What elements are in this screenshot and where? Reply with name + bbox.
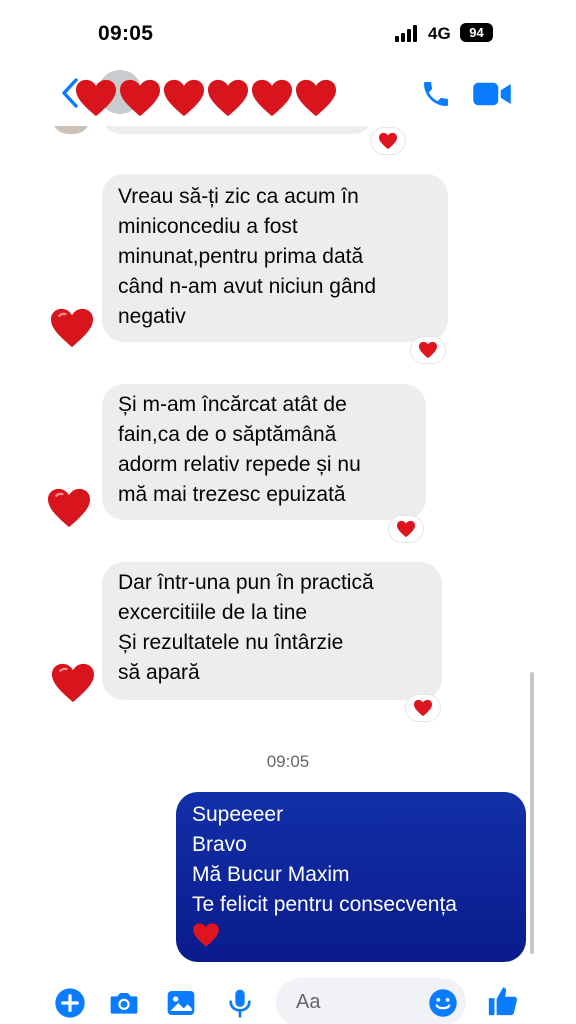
heart-avatar-icon[interactable] (46, 487, 92, 529)
clock: 09:05 (98, 22, 154, 45)
heart-icon (397, 520, 415, 538)
heart-reaction[interactable] (411, 337, 445, 363)
sent-line: Bravo (192, 833, 247, 856)
heart-avatar-icon[interactable] (50, 662, 96, 704)
heart-reaction[interactable] (389, 516, 423, 542)
network-type: 4G (428, 24, 451, 43)
heart-icon (120, 79, 160, 117)
received-message[interactable]: Vreau să-ți zic ca acum în miniconcediu … (102, 174, 448, 342)
heart-icon (379, 132, 397, 150)
heart-icon (296, 79, 336, 117)
heart-icon (414, 699, 432, 717)
status-bar: 09:05 4G 94 (0, 0, 576, 66)
sent-line: Te felicit pentru consecvența (192, 893, 457, 916)
heart-reaction[interactable] (371, 128, 405, 154)
heart-icon (419, 341, 437, 359)
message-timestamp: 09:05 (266, 752, 310, 771)
chat-header (0, 66, 576, 126)
emoji-icon[interactable] (428, 988, 458, 1018)
composer-bar: Aa (0, 972, 576, 1024)
heart-icon (164, 79, 204, 117)
microphone-icon[interactable] (224, 987, 256, 1019)
heart-icon (208, 79, 248, 117)
contact-name[interactable] (74, 78, 338, 120)
camera-icon[interactable] (108, 987, 140, 1019)
video-camera-icon[interactable] (472, 80, 512, 108)
received-message[interactable]: Și m-am încărcat atât de fain,ca de o să… (102, 384, 426, 520)
scrollbar[interactable] (530, 672, 534, 954)
message-input-placeholder: Aa (296, 991, 321, 1013)
thumbs-up-icon[interactable] (486, 984, 520, 1018)
phone-icon[interactable] (420, 78, 452, 110)
sent-message[interactable]: Supeeeer Bravo Mă Bucur Maxim Te felicit… (176, 792, 526, 962)
heart-reaction[interactable] (406, 695, 440, 721)
battery-icon: 94 (460, 23, 493, 42)
message-input[interactable]: Aa (276, 978, 466, 1024)
chat-area: Vreau să-ți zic ca acum în miniconcediu … (0, 0, 576, 1024)
signal-strength-icon (395, 25, 419, 42)
plus-icon[interactable] (54, 987, 86, 1019)
heart-icon (252, 79, 292, 117)
sent-line: Mă Bucur Maxim (192, 863, 350, 886)
heart-emoji-icon (193, 923, 219, 947)
gallery-icon[interactable] (165, 987, 197, 1019)
received-message[interactable]: Dar într-una pun în practică excercitiil… (102, 562, 442, 700)
sent-line: Supeeeer (192, 803, 284, 826)
heart-avatar-icon[interactable] (49, 307, 95, 349)
heart-icon (76, 79, 116, 117)
